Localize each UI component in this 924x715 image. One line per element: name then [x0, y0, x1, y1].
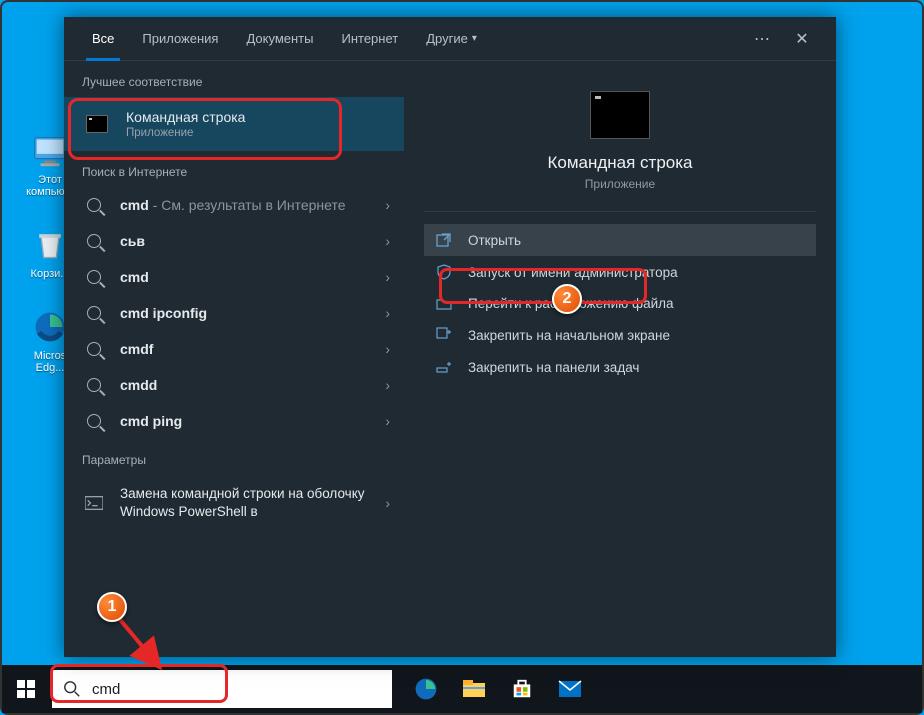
chevron-right-icon: ›: [385, 377, 390, 393]
pin-start-icon: [434, 327, 454, 343]
tab-documents[interactable]: Документы: [232, 17, 327, 61]
web-result[interactable]: cmd ›: [64, 259, 404, 295]
web-result[interactable]: cmdf ›: [64, 331, 404, 367]
taskbar: [2, 665, 922, 713]
shield-icon: [434, 264, 454, 280]
action-run-admin[interactable]: Запуск от имени администратора: [424, 256, 816, 288]
tab-apps[interactable]: Приложения: [128, 17, 232, 61]
section-settings: Параметры: [64, 439, 404, 475]
search-panel: Все Приложения Документы Интернет Другие…: [64, 17, 836, 657]
chevron-right-icon: ›: [385, 269, 390, 285]
preview-column: Командная строка Приложение Открыть Запу…: [404, 61, 836, 657]
search-icon: [82, 306, 106, 320]
action-list: Открыть Запуск от имени администратора П…: [424, 224, 816, 383]
taskbar-edge-icon[interactable]: [402, 665, 450, 713]
web-result[interactable]: cmdd ›: [64, 367, 404, 403]
tab-web[interactable]: Интернет: [327, 17, 412, 61]
chevron-right-icon: ›: [385, 233, 390, 249]
results-column: Лучшее соответствие Командная строка При…: [64, 61, 404, 657]
taskbar-search-box[interactable]: [52, 670, 392, 708]
annotation-badge-2: 2: [552, 284, 582, 314]
tab-more[interactable]: Другие▾: [412, 17, 491, 61]
windows-icon: [17, 680, 35, 698]
preview-subtitle: Приложение: [585, 177, 655, 191]
close-button[interactable]: ✕: [782, 17, 822, 61]
web-result[interactable]: сьв ›: [64, 223, 404, 259]
settings-result[interactable]: Замена командной строки на оболочку Wind…: [64, 475, 404, 530]
best-match-title: Командная строка: [126, 109, 390, 125]
chevron-right-icon: ›: [385, 495, 390, 511]
chevron-right-icon: ›: [385, 197, 390, 213]
chevron-right-icon: ›: [385, 305, 390, 321]
section-best-match: Лучшее соответствие: [64, 61, 404, 97]
separator: [424, 211, 816, 212]
annotation-badge-1: 1: [97, 592, 127, 622]
web-result[interactable]: cmd ping ›: [64, 403, 404, 439]
search-input[interactable]: [92, 681, 392, 698]
web-result[interactable]: cmd ipconfig ›: [64, 295, 404, 331]
taskbar-explorer-icon[interactable]: [450, 665, 498, 713]
search-tabs: Все Приложения Документы Интернет Другие…: [64, 17, 836, 61]
terminal-swap-icon: [82, 496, 106, 510]
start-button[interactable]: [2, 665, 50, 713]
desktop-icons: Этот компью... Корзи... Micros Edg...: [20, 132, 68, 374]
search-icon: [82, 378, 106, 392]
taskbar-store-icon[interactable]: [498, 665, 546, 713]
web-result[interactable]: cmd - См. результаты в Интернете ›: [64, 187, 404, 223]
cmd-app-icon: [82, 115, 112, 133]
folder-icon: [434, 297, 454, 311]
more-options-button[interactable]: ⋯: [742, 17, 782, 61]
section-web-search: Поиск в Интернете: [64, 151, 404, 187]
chevron-right-icon: ›: [385, 413, 390, 429]
best-match-subtitle: Приложение: [126, 127, 390, 139]
search-icon: [52, 680, 92, 698]
chevron-down-icon: ▾: [472, 33, 477, 44]
chevron-right-icon: ›: [385, 341, 390, 357]
search-icon: [82, 342, 106, 356]
pin-taskbar-icon: [434, 359, 454, 375]
search-icon: [82, 414, 106, 428]
preview-title: Командная строка: [547, 153, 692, 173]
action-open[interactable]: Открыть: [424, 224, 816, 256]
best-match-item[interactable]: Командная строка Приложение: [64, 97, 404, 151]
cmd-large-icon: [590, 91, 650, 139]
action-pin-taskbar[interactable]: Закрепить на панели задач: [424, 351, 816, 383]
search-icon: [82, 270, 106, 284]
tab-all[interactable]: Все: [78, 17, 128, 61]
open-icon: [434, 232, 454, 248]
action-pin-start[interactable]: Закрепить на начальном экране: [424, 319, 816, 351]
search-icon: [82, 198, 106, 212]
search-icon: [82, 234, 106, 248]
action-open-location[interactable]: Перейти к расположению файла: [424, 288, 816, 319]
taskbar-mail-icon[interactable]: [546, 665, 594, 713]
